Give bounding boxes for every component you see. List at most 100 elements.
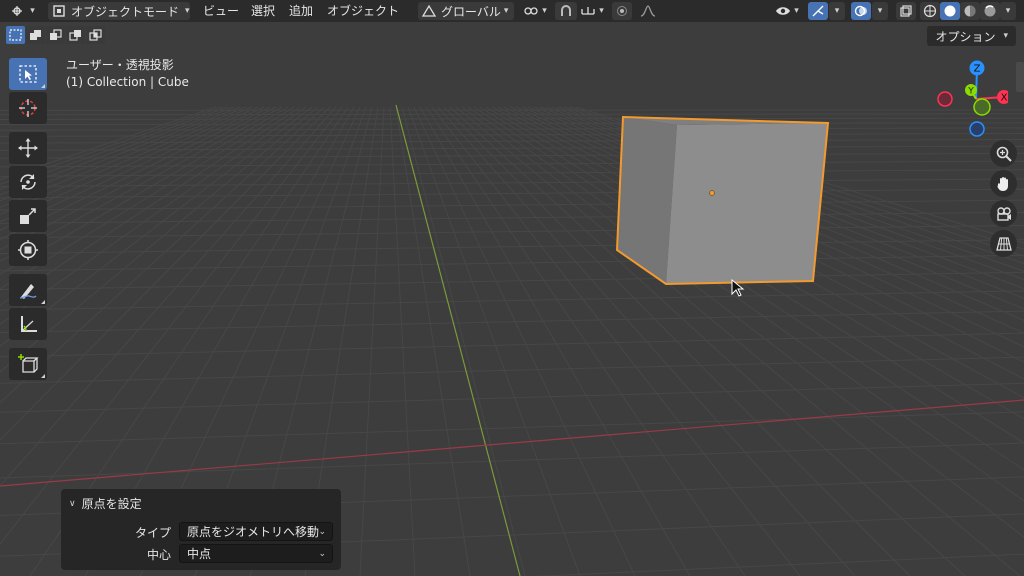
select-subtract-icon xyxy=(50,29,62,40)
center-dropdown[interactable]: 中点 ⌄ xyxy=(179,544,333,563)
tool-transform[interactable] xyxy=(9,234,47,266)
pivot-icon xyxy=(524,7,538,15)
move-icon xyxy=(18,138,38,158)
snap-toggle[interactable] xyxy=(555,2,577,20)
xray-icon xyxy=(900,5,912,17)
menu-add[interactable]: 追加 xyxy=(289,3,313,19)
chevron-down-icon: ▾ xyxy=(834,6,840,16)
transform-icon xyxy=(18,240,38,260)
chevron-down-icon: ▾ xyxy=(1005,6,1011,16)
mode-dropdown[interactable]: オブジェクトモード ▾ xyxy=(48,2,190,20)
center-value: 中点 xyxy=(187,547,212,561)
active-object-label: (1) Collection | Cube xyxy=(66,75,189,89)
operator-panel-header[interactable]: ∨ 原点を設定 xyxy=(69,495,142,512)
snap-target-button[interactable]: ▾ xyxy=(578,2,606,20)
material-shading-button[interactable] xyxy=(960,2,980,20)
sidebar-toggle-handle[interactable] xyxy=(1016,62,1024,92)
hand-icon xyxy=(997,176,1008,191)
gizmo-neg-z xyxy=(969,121,985,137)
gizmo-toggle[interactable] xyxy=(808,2,828,20)
tool-move[interactable] xyxy=(9,132,47,164)
tool-cursor[interactable] xyxy=(9,92,47,124)
chevron-down-icon: ▾ xyxy=(599,6,604,16)
menu-object[interactable]: オブジェクト xyxy=(327,3,399,19)
material-shading-icon xyxy=(964,5,976,17)
menu-view[interactable]: ビュー xyxy=(203,3,239,19)
gizmo-neg-y xyxy=(973,98,991,116)
overlay-dropdown[interactable]: ▾ xyxy=(872,2,888,20)
object-origin xyxy=(709,190,715,196)
type-label: タイプ xyxy=(134,526,171,540)
chevron-down-icon: ▾ xyxy=(542,6,547,16)
tool-annotate[interactable] xyxy=(9,274,47,306)
chevron-down-icon: ▾ xyxy=(1003,31,1008,41)
tool-measure[interactable] xyxy=(9,308,47,340)
orientation-dropdown[interactable]: グローバル ▾ xyxy=(418,2,514,20)
proportional-edit-toggle[interactable] xyxy=(612,2,632,20)
camera-view-button[interactable] xyxy=(990,200,1017,227)
chevron-down-icon: ⌄ xyxy=(318,526,326,537)
select-extend-button[interactable] xyxy=(26,26,45,44)
select-difference-button[interactable] xyxy=(66,26,85,44)
overlay-icon xyxy=(854,5,867,17)
gizmo-x-label: X xyxy=(1001,93,1008,104)
perspective-toggle-button[interactable] xyxy=(990,230,1017,257)
tool-add-cube[interactable] xyxy=(9,348,47,380)
cube-object[interactable] xyxy=(615,115,830,286)
chevron-down-icon: ⌄ xyxy=(318,548,326,559)
measure-icon xyxy=(21,316,37,332)
mode-label: オブジェクトモード xyxy=(71,4,180,19)
proportional-edit-icon xyxy=(617,6,627,16)
gizmo-y-label: Y xyxy=(967,87,974,97)
xray-toggle[interactable] xyxy=(896,2,916,20)
chevron-down-icon: ∨ xyxy=(69,498,76,509)
viewport-header: ▾ オブジェクトモード ▾ ビュー 選択 追加 オブジェクト グローバル ▾ ▾… xyxy=(0,0,1024,22)
falloff-button[interactable] xyxy=(633,2,663,20)
scale-icon xyxy=(20,208,36,224)
options-label: オプション xyxy=(935,29,996,44)
zoom-button[interactable] xyxy=(990,140,1017,167)
zoom-icon xyxy=(996,146,1012,162)
chevron-down-icon: ▾ xyxy=(794,6,799,16)
grid-perspective-icon xyxy=(995,236,1012,251)
chevron-down-icon: ▾ xyxy=(30,6,35,16)
navigation-gizmo[interactable]: Y Z X xyxy=(928,54,1008,140)
add-cube-icon xyxy=(18,354,39,373)
solid-shading-icon xyxy=(944,5,956,17)
overlay-toggle[interactable] xyxy=(851,2,871,20)
snap-target-icon xyxy=(581,7,595,15)
tool-select-box[interactable] xyxy=(9,58,47,90)
select-subtract-button[interactable] xyxy=(46,26,65,44)
menu-select[interactable]: 選択 xyxy=(251,3,275,19)
pivot-point-button[interactable]: ▾ xyxy=(520,2,550,20)
gizmo-z-label: Z xyxy=(974,64,981,75)
type-dropdown[interactable]: 原点をジオメトリへ移動 ⌄ xyxy=(179,522,333,541)
object-mode-icon xyxy=(53,5,65,17)
rotate-icon xyxy=(20,174,36,190)
select-extend-icon xyxy=(30,30,41,40)
tool-rotate[interactable] xyxy=(9,166,47,198)
rendered-shading-button[interactable] xyxy=(980,2,1000,20)
select-intersect-button[interactable] xyxy=(86,26,105,44)
options-dropdown[interactable]: オプション ▾ xyxy=(927,26,1016,46)
chevron-down-icon: ▾ xyxy=(877,6,883,16)
transform-orientation-icon xyxy=(421,4,437,17)
viewport-info-text: ユーザー・透視投影 (1) Collection | Cube xyxy=(66,57,189,91)
visibility-button[interactable]: ▾ xyxy=(772,2,802,20)
tool-scale[interactable] xyxy=(9,200,47,232)
visibility-icon xyxy=(776,7,791,15)
solid-shading-button[interactable] xyxy=(940,2,960,20)
shading-dropdown[interactable]: ▾ xyxy=(1000,2,1016,20)
wireframe-shading-button[interactable] xyxy=(920,2,940,20)
rendered-shading-icon xyxy=(984,5,996,17)
gizmo-dropdown[interactable]: ▾ xyxy=(829,2,845,20)
editor-type-button[interactable]: ▾ xyxy=(6,2,40,20)
operator-title: 原点を設定 xyxy=(81,497,142,511)
center-label: 中心 xyxy=(146,548,171,562)
select-new-button[interactable] xyxy=(6,26,25,44)
select-box-icon xyxy=(19,65,37,83)
orientation-label: グローバル xyxy=(441,4,501,19)
type-value: 原点をジオメトリへ移動 xyxy=(187,525,320,539)
viewport-editor-icon xyxy=(12,6,23,16)
pan-button[interactable] xyxy=(990,170,1017,197)
